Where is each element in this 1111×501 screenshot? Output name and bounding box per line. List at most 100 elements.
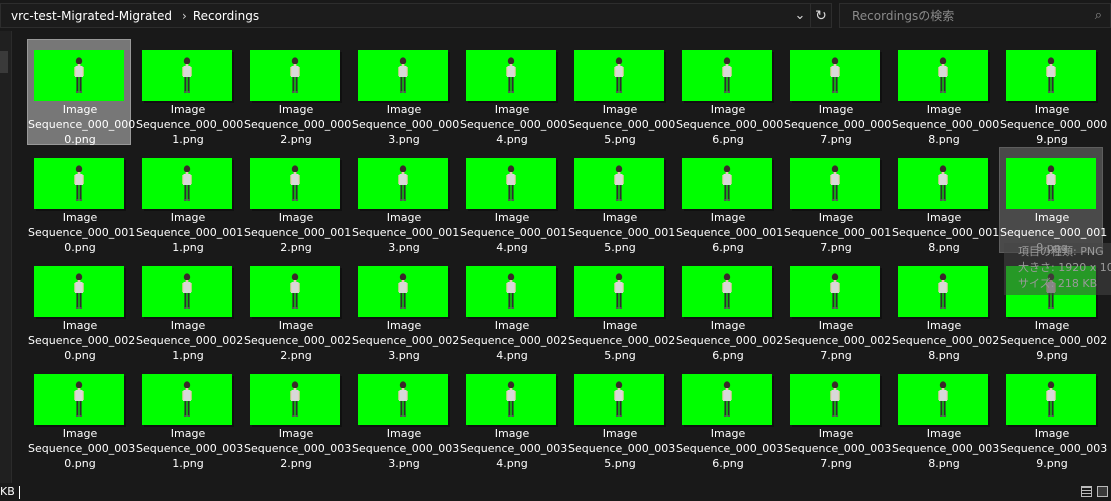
file-thumbnail[interactable] bbox=[358, 158, 448, 209]
file-name[interactable]: Image Sequence_000_003 9.png bbox=[1000, 426, 1107, 471]
file-name[interactable]: Image Sequence_000_000 0.png bbox=[28, 102, 135, 147]
file-item[interactable]: Image Sequence_000_002 5.png bbox=[567, 255, 675, 363]
file-name[interactable]: Image Sequence_000_002 1.png bbox=[136, 318, 243, 363]
file-thumbnail[interactable] bbox=[466, 158, 556, 209]
file-thumbnail[interactable] bbox=[142, 158, 232, 209]
file-thumbnail[interactable] bbox=[574, 158, 664, 209]
navigation-pane[interactable] bbox=[0, 31, 12, 483]
search-box[interactable]: ⌕ bbox=[839, 3, 1111, 28]
file-name[interactable]: Image Sequence_000_003 1.png bbox=[136, 426, 243, 471]
file-item[interactable]: Image Sequence_000_000 0.png bbox=[27, 39, 135, 147]
file-name[interactable]: Image Sequence_000_000 1.png bbox=[136, 102, 243, 147]
file-item[interactable]: Image Sequence_000_001 4.png bbox=[459, 147, 567, 255]
file-thumbnail[interactable] bbox=[898, 50, 988, 101]
file-name[interactable]: Image Sequence_000_003 5.png bbox=[568, 426, 675, 471]
file-name[interactable]: Image Sequence_000_000 6.png bbox=[676, 102, 783, 147]
file-thumbnail[interactable] bbox=[1006, 158, 1096, 209]
file-thumbnail[interactable] bbox=[1006, 50, 1096, 101]
file-item[interactable]: Image Sequence_000_002 7.png bbox=[783, 255, 891, 363]
file-name[interactable]: Image Sequence_000_001 4.png bbox=[460, 210, 567, 255]
file-item[interactable]: Image Sequence_000_001 1.png bbox=[135, 147, 243, 255]
file-name[interactable]: Image Sequence_000_002 8.png bbox=[892, 318, 999, 363]
file-name[interactable]: Image Sequence_000_000 8.png bbox=[892, 102, 999, 147]
file-name[interactable]: Image Sequence_000_000 5.png bbox=[568, 102, 675, 147]
file-name[interactable]: Image Sequence_000_003 7.png bbox=[784, 426, 891, 471]
details-view-icon[interactable] bbox=[1081, 486, 1092, 497]
file-item[interactable]: Image Sequence_000_003 8.png bbox=[891, 363, 999, 471]
file-name[interactable]: Image Sequence_000_000 2.png bbox=[244, 102, 351, 147]
file-thumbnail[interactable] bbox=[142, 50, 232, 101]
file-item[interactable]: Image Sequence_000_003 6.png bbox=[675, 363, 783, 471]
file-name[interactable]: Image Sequence_000_001 3.png bbox=[352, 210, 459, 255]
breadcrumb-current[interactable]: Recordings bbox=[193, 9, 263, 23]
file-name[interactable]: Image Sequence_000_000 4.png bbox=[460, 102, 567, 147]
file-thumbnail[interactable] bbox=[34, 50, 124, 101]
file-item[interactable]: Image Sequence_000_003 4.png bbox=[459, 363, 567, 470]
file-thumbnail[interactable] bbox=[790, 50, 880, 101]
file-item[interactable]: Image Sequence_000_002 4.png bbox=[459, 255, 567, 363]
file-item[interactable]: Image Sequence_000_000 7.png bbox=[783, 39, 891, 146]
file-thumbnail[interactable] bbox=[466, 50, 556, 101]
file-name[interactable]: Image Sequence_000_001 7.png bbox=[784, 210, 891, 255]
file-item[interactable]: Image Sequence_000_003 7.png bbox=[783, 363, 891, 471]
file-name[interactable]: Image Sequence_000_002 7.png bbox=[784, 318, 891, 363]
file-grid[interactable]: Image Sequence_000_000 0.png Image Sequence_… bbox=[12, 31, 1111, 483]
file-thumbnail[interactable] bbox=[1006, 374, 1096, 425]
file-thumbnail[interactable] bbox=[142, 266, 232, 317]
file-item[interactable]: Image Sequence_000_001 2.png bbox=[243, 147, 351, 255]
file-thumbnail[interactable] bbox=[358, 374, 448, 425]
file-item[interactable]: Image Sequence_000_000 5.png bbox=[567, 39, 675, 147]
address-bar[interactable]: vrc-test-Migrated-Migrated › Recordings … bbox=[0, 3, 832, 28]
file-item[interactable]: Image Sequence_000_002 0.png bbox=[27, 255, 135, 362]
search-input[interactable] bbox=[850, 7, 1094, 24]
file-item[interactable]: Image Sequence_000_002 6.png bbox=[675, 255, 783, 362]
file-name[interactable]: Image Sequence_000_003 2.png bbox=[244, 426, 351, 471]
file-thumbnail[interactable] bbox=[34, 158, 124, 209]
file-item[interactable]: Image Sequence_000_000 6.png bbox=[675, 39, 783, 147]
file-thumbnail[interactable] bbox=[790, 266, 880, 317]
nav-item-highlight[interactable] bbox=[0, 51, 8, 73]
file-item[interactable]: Image Sequence_000_000 3.png bbox=[351, 39, 459, 146]
file-thumbnail[interactable] bbox=[250, 374, 340, 425]
file-item[interactable]: Image Sequence_000_003 2.png bbox=[243, 363, 351, 471]
file-item[interactable]: Image Sequence_000_000 2.png bbox=[243, 39, 351, 147]
file-thumbnail[interactable] bbox=[34, 374, 124, 425]
file-thumbnail[interactable] bbox=[466, 374, 556, 425]
file-name[interactable]: Image Sequence_000_001 8.png bbox=[892, 210, 999, 255]
file-name[interactable]: Image Sequence_000_001 2.png bbox=[244, 210, 351, 255]
file-name[interactable]: Image Sequence_000_001 0.png bbox=[28, 210, 135, 255]
file-thumbnail[interactable] bbox=[466, 266, 556, 317]
file-thumbnail[interactable] bbox=[358, 266, 448, 317]
file-name[interactable]: Image Sequence_000_001 1.png bbox=[136, 210, 243, 255]
breadcrumb-separator-icon[interactable]: › bbox=[176, 9, 193, 23]
file-item[interactable]: Image Sequence_000_003 0.png bbox=[27, 363, 135, 471]
file-item[interactable]: ImageSequence_000_0019.png bbox=[999, 147, 1107, 254]
file-name[interactable]: Image Sequence_000_002 5.png bbox=[568, 318, 675, 363]
file-item[interactable]: Image Sequence_000_001 7.png bbox=[783, 147, 891, 255]
file-name[interactable]: Image Sequence_000_001 6.png bbox=[676, 210, 783, 255]
file-thumbnail[interactable] bbox=[358, 50, 448, 101]
file-item[interactable]: Image Sequence_000_002 2.png bbox=[243, 255, 351, 362]
file-thumbnail[interactable] bbox=[574, 266, 664, 317]
file-item[interactable]: Image Sequence_000_003 3.png bbox=[351, 363, 459, 470]
file-name[interactable]: Image Sequence_000_002 4.png bbox=[460, 318, 567, 363]
file-thumbnail[interactable] bbox=[682, 158, 772, 209]
file-item[interactable]: Image Sequence_000_000 9.png bbox=[999, 39, 1107, 146]
file-name[interactable]: Image Sequence_000_003 6.png bbox=[676, 426, 783, 471]
file-thumbnail[interactable] bbox=[898, 374, 988, 425]
file-thumbnail[interactable] bbox=[250, 266, 340, 317]
file-item[interactable]: Image Sequence_000_002 8.png bbox=[891, 255, 999, 363]
large-icons-view-icon[interactable] bbox=[1097, 486, 1108, 497]
file-item[interactable]: Image Sequence_000_001 0.png bbox=[27, 147, 135, 255]
file-item[interactable]: Image Sequence_000_003 1.png bbox=[135, 363, 243, 471]
file-item[interactable]: Image Sequence_000_001 6.png bbox=[675, 147, 783, 255]
file-name[interactable]: Image Sequence_000_003 0.png bbox=[28, 426, 135, 471]
file-thumbnail[interactable] bbox=[898, 266, 988, 317]
file-thumbnail[interactable] bbox=[790, 158, 880, 209]
file-name[interactable]: Image Sequence_000_002 9.png bbox=[1000, 318, 1107, 363]
file-name[interactable]: Image Sequence_000_003 8.png bbox=[892, 426, 999, 471]
file-thumbnail[interactable] bbox=[574, 374, 664, 425]
file-item[interactable]: Image Sequence_000_000 8.png bbox=[891, 39, 999, 147]
file-item[interactable]: Image Sequence_000_002 1.png bbox=[135, 255, 243, 363]
file-thumbnail[interactable] bbox=[250, 158, 340, 209]
